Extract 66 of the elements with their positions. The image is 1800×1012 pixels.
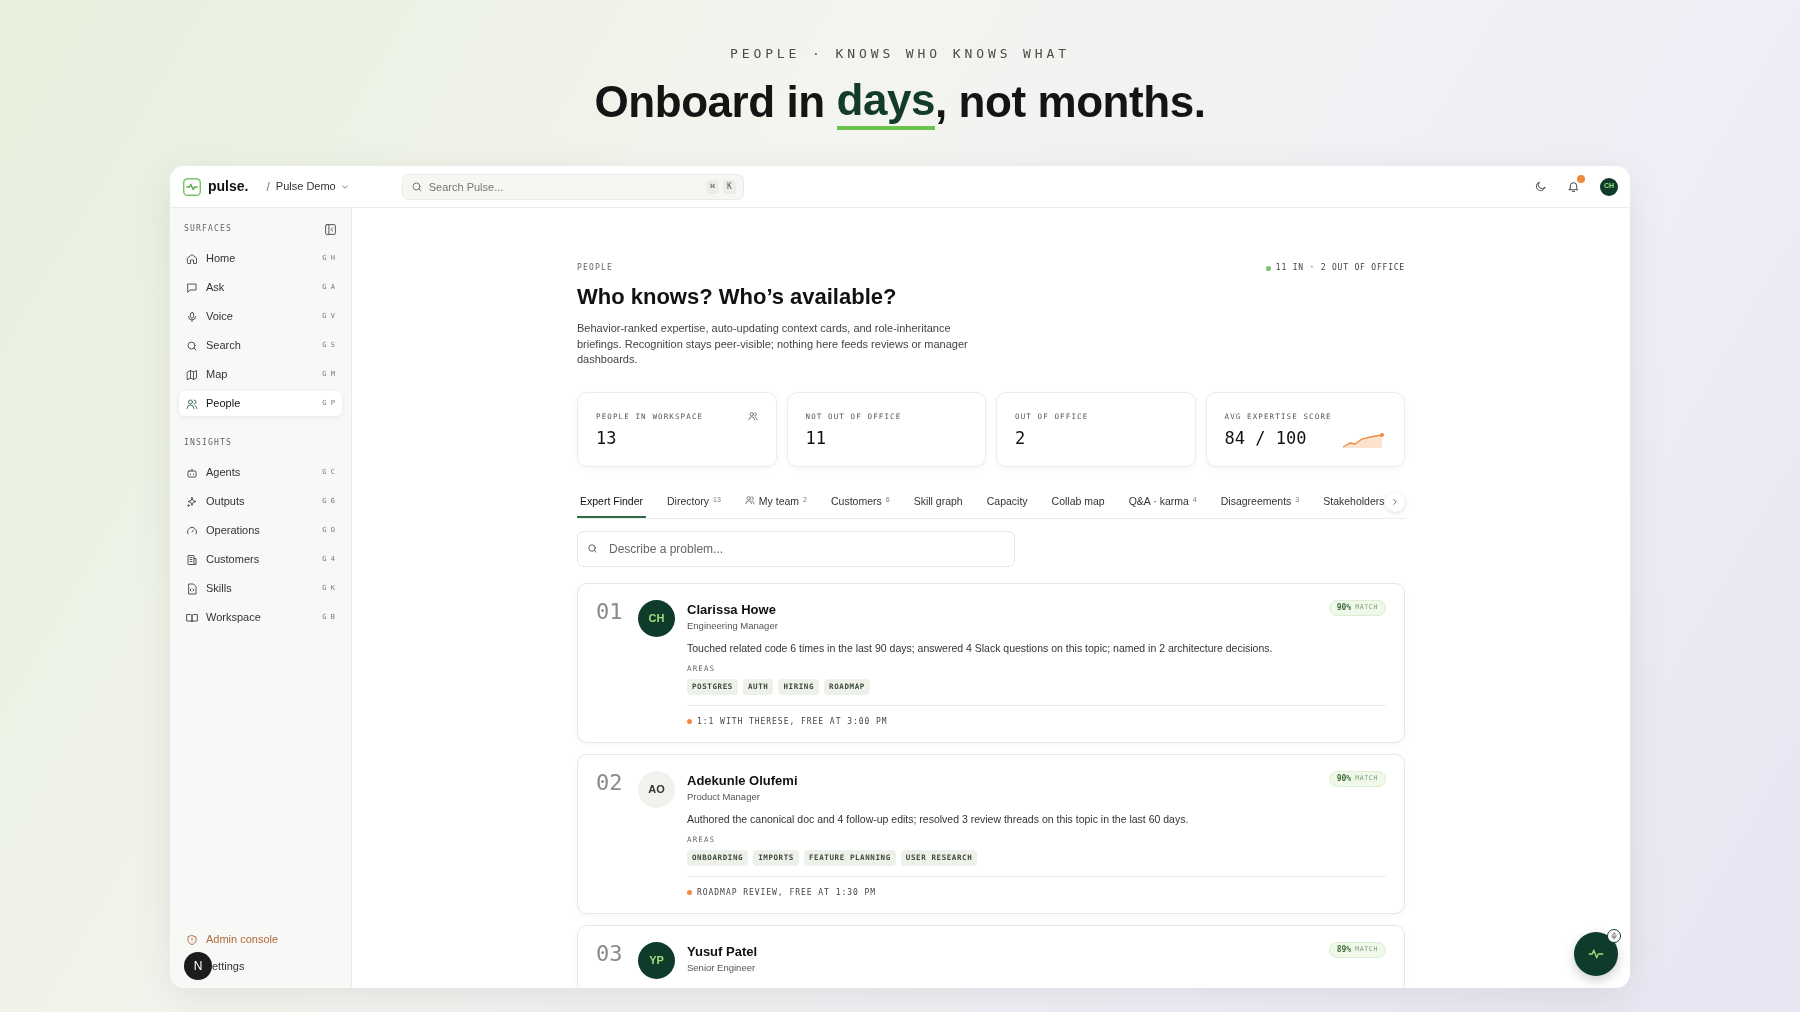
person-name: Clarissa Howe <box>687 600 777 619</box>
page-eyebrow: PEOPLE <box>577 262 614 274</box>
search-icon <box>587 542 598 554</box>
stat-value: 11 <box>805 426 826 450</box>
brand-name: pulse. <box>208 177 249 196</box>
tab[interactable]: Capacity <box>983 493 1031 518</box>
hero-eyebrow: PEOPLE · KNOWS WHO KNOWS WHAT <box>729 45 1071 63</box>
people-icon <box>747 411 758 422</box>
assistant-button[interactable] <box>1574 932 1618 976</box>
sparkline-drawing <box>1342 432 1386 449</box>
evidence-summary: Touched related code 6 times in the last 90 days; answered 4 Slack questions on this topic; named in 2 architecture decisions. <box>687 641 1274 657</box>
person-role: Engineering Manager <box>687 619 778 633</box>
rank-number: 01 <box>596 599 624 626</box>
person-role: Product Manager <box>687 790 761 804</box>
page-description: Behavior-ranked expertise, auto-updating context cards, and role-inheritance briefings. Recognition stays peer-visible; nothing here feeds reviews or manager dashboards. <box>577 321 969 367</box>
building-icon <box>186 553 198 566</box>
problem-search-field[interactable]: Describe a problem... <box>577 530 1015 567</box>
book-icon <box>186 611 198 624</box>
rank-number: 03 <box>596 941 624 968</box>
search-icon <box>410 180 423 193</box>
evidence-summary: Authored the canonical doc and 4 follow-up edits; resolved 3 review threads on this topic in the last 60 days. <box>687 812 1190 828</box>
stat-value: 13 <box>596 426 617 450</box>
person-role: Senior Engineer <box>687 961 757 975</box>
microphone-icon <box>186 310 198 323</box>
presence-summary: 11 IN · 2 OUT OF OFFICE <box>1275 262 1405 274</box>
availability-note: 1:1 WITH THERESE, FREE AT 3:00 PM <box>697 715 888 728</box>
robot-icon <box>186 466 198 479</box>
workspace-switcher[interactable]: Pulse Demo <box>275 178 350 195</box>
person-name: Adekunle Olufemi <box>687 771 798 790</box>
person-name: Yusuf Patel <box>687 942 758 961</box>
shield-icon <box>186 933 198 946</box>
headline-text: Onboard in <box>594 75 826 128</box>
admin-console-link[interactable]: Admin console <box>179 927 342 952</box>
section-label: INSIGHTS <box>184 437 233 449</box>
headline-text: , not months. <box>935 75 1206 128</box>
person-icon <box>744 494 755 505</box>
people-icon <box>186 397 198 410</box>
settings-link[interactable]: ettings <box>212 957 245 975</box>
stat-value: 2 <box>1015 426 1026 450</box>
collapse-sidebar-icon[interactable] <box>324 222 337 236</box>
moon-icon[interactable] <box>1534 180 1547 193</box>
code-file-icon <box>186 582 198 595</box>
avatar: AO <box>638 770 675 808</box>
avatar: YP <box>638 941 675 979</box>
bell-icon[interactable] <box>1567 180 1580 193</box>
dev-indicator-badge[interactable]: N <box>184 952 212 980</box>
section-label: SURFACES <box>184 223 233 235</box>
gauge-icon <box>186 524 198 537</box>
tab[interactable]: Skill graph <box>910 493 966 518</box>
pulse-logo-icon <box>182 176 202 197</box>
highlighted-word: days <box>836 73 936 130</box>
map-icon <box>186 368 198 381</box>
chevron-right-icon <box>1390 496 1400 507</box>
availability-note: ROADMAP REVIEW, FREE AT 1:30 PM <box>697 886 877 899</box>
search-icon <box>186 339 198 352</box>
tab[interactable]: Collab map <box>1048 493 1108 518</box>
avatar: CH <box>638 599 675 637</box>
page-title: Who knows? Who’s available? <box>577 283 898 311</box>
stat-value: 84 / 100 <box>1224 426 1307 450</box>
chat-bubble-icon <box>186 281 198 294</box>
tab[interactable]: Expert Finder <box>577 493 647 518</box>
home-icon <box>186 252 198 265</box>
breadcrumb-separator: / <box>266 178 270 196</box>
rank-number: 02 <box>596 770 624 797</box>
sparkles-icon <box>186 495 198 508</box>
tab[interactable]: Stakeholders <box>1320 493 1388 518</box>
